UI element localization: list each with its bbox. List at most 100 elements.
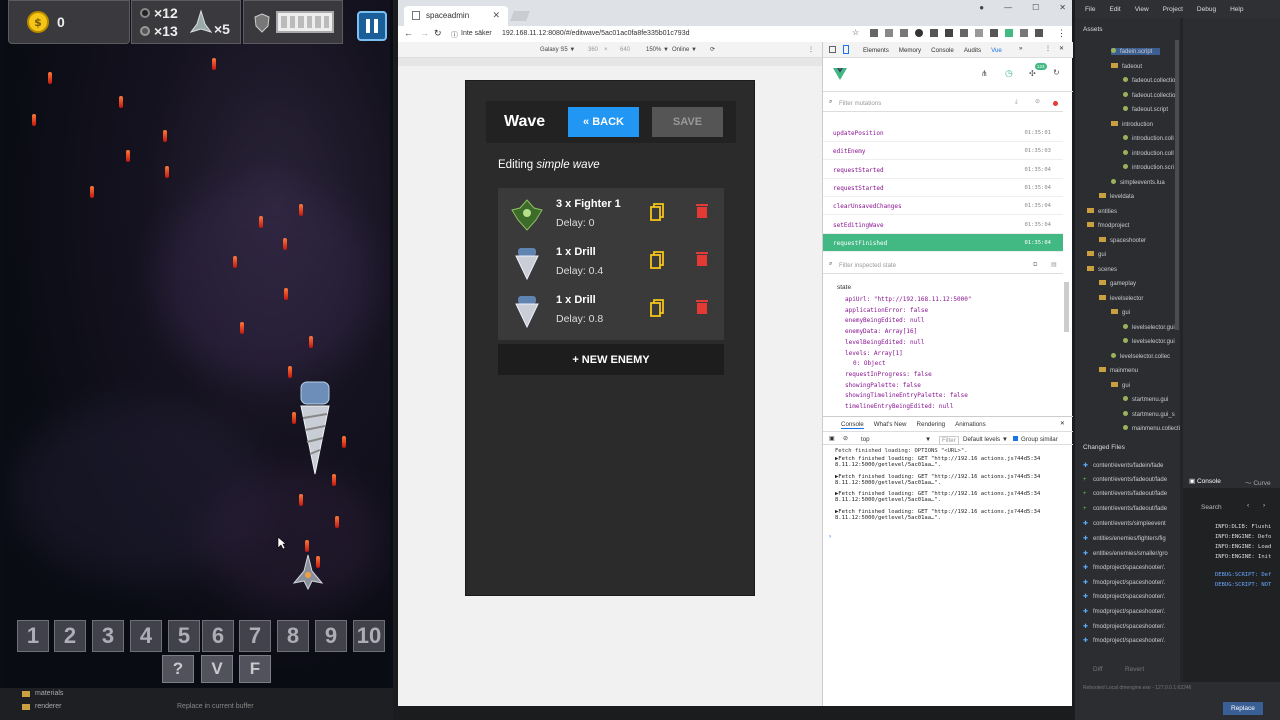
revert-button[interactable]: Revert bbox=[1125, 666, 1144, 673]
game-viewport[interactable]: $ 0 ×12 ×13 ×5 1 2 3 4 5 6 7 8 9 10 ? V F bbox=[5, 0, 390, 688]
menu-icon[interactable]: ⋮ bbox=[1057, 28, 1066, 39]
weapon-key-1[interactable]: 1 bbox=[17, 620, 49, 652]
browser-tab[interactable]: spaceadmin ✕ bbox=[404, 6, 508, 26]
menu-project[interactable]: Project bbox=[1163, 6, 1183, 18]
asset-tree-item[interactable]: gui bbox=[1111, 309, 1130, 316]
console-filter[interactable]: Filter bbox=[939, 436, 959, 445]
clear-console-icon[interactable]: ⊘ bbox=[843, 435, 848, 442]
width-input[interactable]: 360 bbox=[588, 47, 598, 53]
paste-state-icon[interactable]: ▤ bbox=[1051, 261, 1057, 268]
enemy-row[interactable]: 1 x Drill Delay: 0.4 bbox=[498, 238, 724, 286]
device-toggle-icon[interactable] bbox=[843, 45, 849, 54]
drawer-tab[interactable]: Console bbox=[841, 421, 864, 429]
state-root[interactable]: state bbox=[837, 284, 851, 291]
changed-file[interactable]: ✚ fmodproject/spaceshooter/. bbox=[1083, 623, 1165, 630]
asset-tree-item[interactable]: levelselector.gui bbox=[1123, 323, 1175, 331]
copy-icon[interactable] bbox=[650, 251, 664, 269]
asset-tree-item[interactable]: levelselector bbox=[1099, 294, 1143, 302]
weapon-key-9[interactable]: 9 bbox=[315, 620, 347, 652]
asset-tree-item[interactable]: gui bbox=[1087, 251, 1106, 258]
state-property[interactable]: showingPalette: false bbox=[845, 382, 921, 389]
changed-file[interactable]: ✚ entities/enemies/smaller/gro bbox=[1083, 550, 1168, 557]
action-key-3[interactable]: F bbox=[239, 655, 271, 683]
asset-tree-item[interactable]: simpleevents.lua bbox=[1111, 178, 1165, 186]
devtools-menu-icon[interactable]: ⋮ bbox=[1045, 45, 1051, 52]
drawer-close-icon[interactable]: ✕ bbox=[1060, 420, 1065, 427]
console-tab[interactable]: ▣ Console bbox=[1189, 477, 1221, 485]
save-button[interactable]: SAVE bbox=[652, 107, 723, 137]
asset-tree-item[interactable]: mainmenu.collecti bbox=[1123, 425, 1180, 432]
asset-tree-item[interactable]: entities bbox=[1087, 207, 1117, 215]
state-property[interactable]: timelineEntryBeingEdited: null bbox=[845, 403, 953, 410]
menu-edit[interactable]: Edit bbox=[1109, 6, 1120, 18]
enemy-row[interactable]: 3 x Fighter 1 Delay: 0 bbox=[498, 190, 724, 238]
export-icon[interactable]: ⤓ bbox=[1015, 98, 1018, 106]
copy-icon[interactable] bbox=[650, 299, 664, 317]
menu-file[interactable]: File bbox=[1085, 6, 1095, 18]
height-input[interactable]: 640 bbox=[620, 47, 630, 53]
devtools-tab-memory[interactable]: Memory bbox=[899, 47, 921, 54]
enemy-row[interactable]: 1 x Drill Delay: 0.8 bbox=[498, 286, 724, 334]
replace-button[interactable]: Replace bbox=[1223, 702, 1263, 715]
asset-tree-item[interactable]: leveldata bbox=[1099, 193, 1134, 200]
drawer-tab[interactable]: What's New bbox=[874, 421, 907, 429]
new-tab-button[interactable] bbox=[510, 11, 530, 21]
sidebar-toggle-icon[interactable]: ▣ bbox=[829, 435, 835, 442]
state-property[interactable]: showingTimelineEntryPalette: false bbox=[845, 392, 968, 399]
timeline-icon[interactable]: ◷ bbox=[1005, 68, 1013, 79]
mutation-row[interactable]: setEditingWave 01:35:04 bbox=[823, 216, 1063, 234]
weapon-key-10[interactable]: 10 bbox=[353, 620, 385, 652]
changed-file[interactable]: + content/events/fadeout/fade bbox=[1083, 477, 1167, 483]
refresh-icon[interactable]: ↻ bbox=[1053, 68, 1060, 77]
pause-button[interactable] bbox=[357, 11, 387, 41]
security-warning[interactable]: Inte säker bbox=[461, 30, 492, 37]
menu-help[interactable]: Help bbox=[1230, 6, 1243, 18]
prev-arrow-icon[interactable]: ‹ bbox=[1247, 502, 1249, 509]
changed-file[interactable]: ✚ content/events/simpleevent bbox=[1083, 520, 1166, 527]
record-icon[interactable] bbox=[1053, 101, 1058, 106]
levels-select[interactable]: Default levels ▼ bbox=[963, 436, 1008, 443]
state-property[interactable]: apiUrl: "http://192.168.11.12:5000" bbox=[845, 296, 971, 303]
state-property[interactable]: enemyData: Array[16] bbox=[845, 328, 917, 335]
asset-tree-item[interactable]: spaceshooter bbox=[1099, 236, 1146, 244]
asset-tree-item[interactable]: introduction bbox=[1111, 120, 1153, 128]
copy-icon[interactable] bbox=[650, 203, 664, 221]
url-field[interactable]: 192.168.11.12:8080/#/editwave/5ac01ac0fa… bbox=[502, 30, 689, 37]
next-arrow-icon[interactable]: › bbox=[1263, 502, 1265, 509]
changed-file[interactable]: ✚ entities/enemies/fighters/fig bbox=[1083, 535, 1166, 542]
trash-icon[interactable] bbox=[696, 299, 708, 314]
footer-item-materials[interactable]: materials bbox=[22, 690, 63, 697]
drawer-tab[interactable]: Rendering bbox=[917, 421, 946, 429]
more-tabs-icon[interactable]: » bbox=[1019, 45, 1022, 52]
prompt-icon[interactable]: › bbox=[829, 533, 831, 540]
asset-tree-item[interactable]: introduction.coll bbox=[1123, 149, 1174, 157]
weapon-key-6[interactable]: 6 bbox=[202, 620, 234, 652]
asset-tree-item[interactable]: scenes bbox=[1087, 265, 1117, 273]
trash-icon[interactable] bbox=[696, 251, 708, 266]
asset-tree-item[interactable]: fmodproject bbox=[1087, 222, 1129, 229]
weapon-key-3[interactable]: 3 bbox=[92, 620, 124, 652]
asset-tree-item[interactable]: fadeout.collectio bbox=[1123, 91, 1175, 99]
diff-button[interactable]: Diff bbox=[1093, 666, 1103, 673]
state-property[interactable]: levels: Array[1] bbox=[845, 350, 903, 357]
assets-scrollbar[interactable] bbox=[1175, 40, 1179, 330]
asset-tree-item[interactable]: introduction.scri bbox=[1123, 164, 1174, 171]
close-icon[interactable]: ✕ bbox=[492, 10, 500, 21]
minimize-icon[interactable]: — bbox=[1004, 3, 1012, 12]
state-filter[interactable]: ⌕ Filter inspected state ⧉ ▤ bbox=[823, 256, 1063, 274]
bookmark-star-icon[interactable]: ☆ bbox=[852, 28, 859, 37]
asset-tree-item[interactable]: fadeout.collectio bbox=[1123, 77, 1175, 84]
asset-tree-item[interactable]: gameplay bbox=[1099, 280, 1136, 287]
weapon-key-7[interactable]: 7 bbox=[239, 620, 271, 652]
group-checkbox[interactable] bbox=[1013, 436, 1018, 441]
devtools-tab-audits[interactable]: Audits bbox=[964, 47, 981, 54]
changed-file[interactable]: ✚ fmodproject/spaceshooter/. bbox=[1083, 608, 1165, 615]
weapon-key-4[interactable]: 4 bbox=[130, 620, 162, 652]
state-property[interactable]: enemyBeingEdited: null bbox=[845, 317, 924, 324]
asset-tree-item[interactable]: fadein.script bbox=[1111, 48, 1161, 55]
network-select[interactable]: Online ▼ bbox=[672, 47, 697, 53]
menu-debug[interactable]: Debug bbox=[1197, 6, 1216, 18]
trash-icon[interactable] bbox=[696, 203, 708, 218]
device-select[interactable]: Galaxy S5 ▼ bbox=[540, 47, 575, 53]
changed-file[interactable]: ✚ fmodproject/spaceshooter/. bbox=[1083, 579, 1165, 586]
